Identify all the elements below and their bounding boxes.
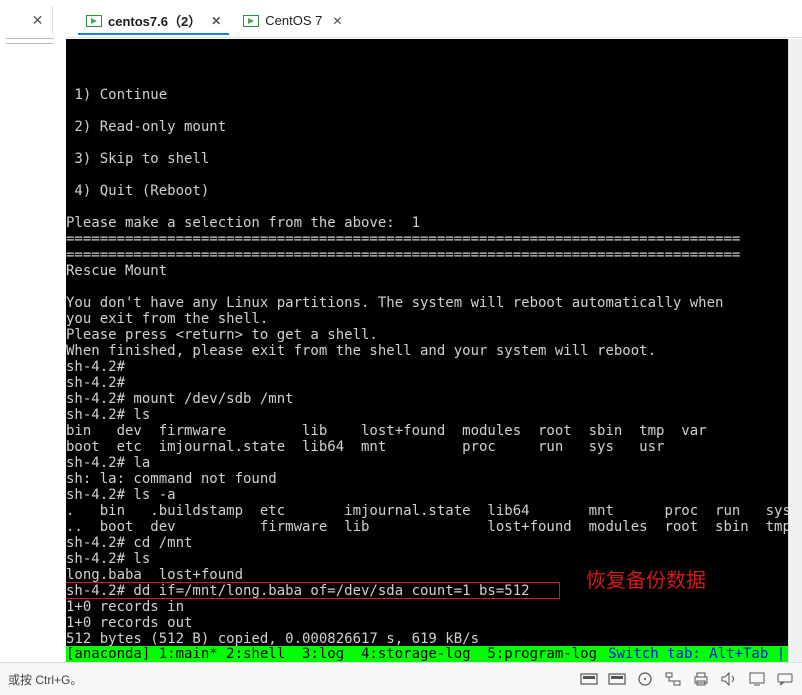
terminal-line — [66, 103, 802, 119]
terminal-line: sh-4.2# — [66, 359, 802, 375]
strip-close-button[interactable]: ✕ — [23, 6, 53, 34]
status-bar: 或按 Ctrl+G。 — [0, 662, 802, 695]
terminal-line: 1) Continue — [66, 87, 802, 103]
terminal-line — [66, 199, 802, 215]
terminal-line: 512 bytes (512 B) copied, 0.000826617 s,… — [66, 631, 802, 647]
terminal-line: boot etc imjournal.state lib64 mnt proc … — [66, 439, 802, 455]
terminal-line: Please press <return> to get a shell. — [66, 327, 802, 343]
terminal-line: Please make a selection from the above: … — [66, 215, 802, 231]
terminal-line — [66, 279, 802, 295]
terminal-line: sh: la: command not found — [66, 471, 802, 487]
terminal-line: bin dev firmware lib lost+found modules … — [66, 423, 802, 439]
terminal-line: sh-4.2# ls — [66, 407, 802, 423]
strip-grip-icon — [6, 38, 54, 44]
sound-icon[interactable] — [720, 671, 738, 687]
terminal-line: You don't have any Linux partitions. The… — [66, 295, 802, 311]
tmux-status-line: [anaconda] 1:main* 2:shell 3:log 4:stora… — [66, 646, 802, 662]
vertical-scrollbar[interactable] — [788, 39, 802, 662]
printer-icon[interactable] — [692, 671, 710, 687]
close-icon[interactable]: ✕ — [332, 14, 342, 28]
status-icons — [580, 671, 794, 687]
terminal-line: sh-4.2# ls — [66, 551, 802, 567]
terminal-line: ========================================… — [66, 231, 802, 247]
optical-icon[interactable] — [636, 671, 654, 687]
keyboard-hint: 或按 Ctrl+G。 — [8, 671, 82, 688]
network-icon[interactable] — [664, 671, 682, 687]
terminal-line — [66, 135, 802, 151]
message-icon[interactable] — [776, 671, 794, 687]
close-icon[interactable]: ✕ — [211, 14, 221, 28]
terminal-line: Rescue Mount — [66, 263, 802, 279]
terminal-line: When finished, please exit from the shel… — [66, 343, 802, 359]
vm-tabbar: centos7.6（2） ✕ CentOS 7 ✕ — [66, 6, 802, 38]
terminal-line: 4) Quit (Reboot) — [66, 183, 802, 199]
terminal-line: sh-4.2# cd /mnt — [66, 535, 802, 551]
status-right: Switch tab: Alt+Tab | H — [600, 646, 802, 662]
tab-label: centos7.6（2） — [108, 11, 201, 30]
terminal-console[interactable]: 1) Continue 2) Read-only mount 3) Skip t… — [66, 39, 802, 662]
terminal-line: 3) Skip to shell — [66, 151, 802, 167]
terminal-line: ========================================… — [66, 247, 802, 263]
terminal-line: sh-4.2# mount /dev/sdb /mnt — [66, 391, 802, 407]
terminal-line: . bin .buildstamp etc imjournal.state li… — [66, 503, 802, 519]
terminal-line: sh-4.2# — [66, 375, 802, 391]
tab-centos7[interactable]: CentOS 7 ✕ — [235, 9, 350, 35]
terminal-line: 1+0 records in — [66, 599, 802, 615]
terminal-line: long.baba lost+found — [66, 567, 802, 583]
tab-label: CentOS 7 — [265, 13, 322, 28]
terminal-line — [66, 167, 802, 183]
status-left: [anaconda] 1:main* 2:shell 3:log 4:stora… — [66, 646, 597, 662]
vm-icon — [243, 15, 259, 27]
host-left-strip: ✕ — [0, 0, 60, 58]
terminal-line: you exit from the shell. — [66, 311, 802, 327]
display-icon[interactable] — [748, 671, 766, 687]
tab-centos76-2[interactable]: centos7.6（2） ✕ — [78, 9, 229, 35]
terminal-line: sh-4.2# la — [66, 455, 802, 471]
terminal-line: sh-4.2# ls -a — [66, 487, 802, 503]
terminal-line: 1+0 records out — [66, 615, 802, 631]
terminal-line: 2) Read-only mount — [66, 119, 802, 135]
terminal-line: .. boot dev firmware lib lost+found modu… — [66, 519, 802, 535]
disk-b-icon[interactable] — [608, 671, 626, 687]
vm-icon — [86, 15, 102, 27]
disk-a-icon[interactable] — [580, 671, 598, 687]
terminal-line: sh-4.2# dd if=/mnt/long.baba of=/dev/sda… — [66, 583, 802, 599]
